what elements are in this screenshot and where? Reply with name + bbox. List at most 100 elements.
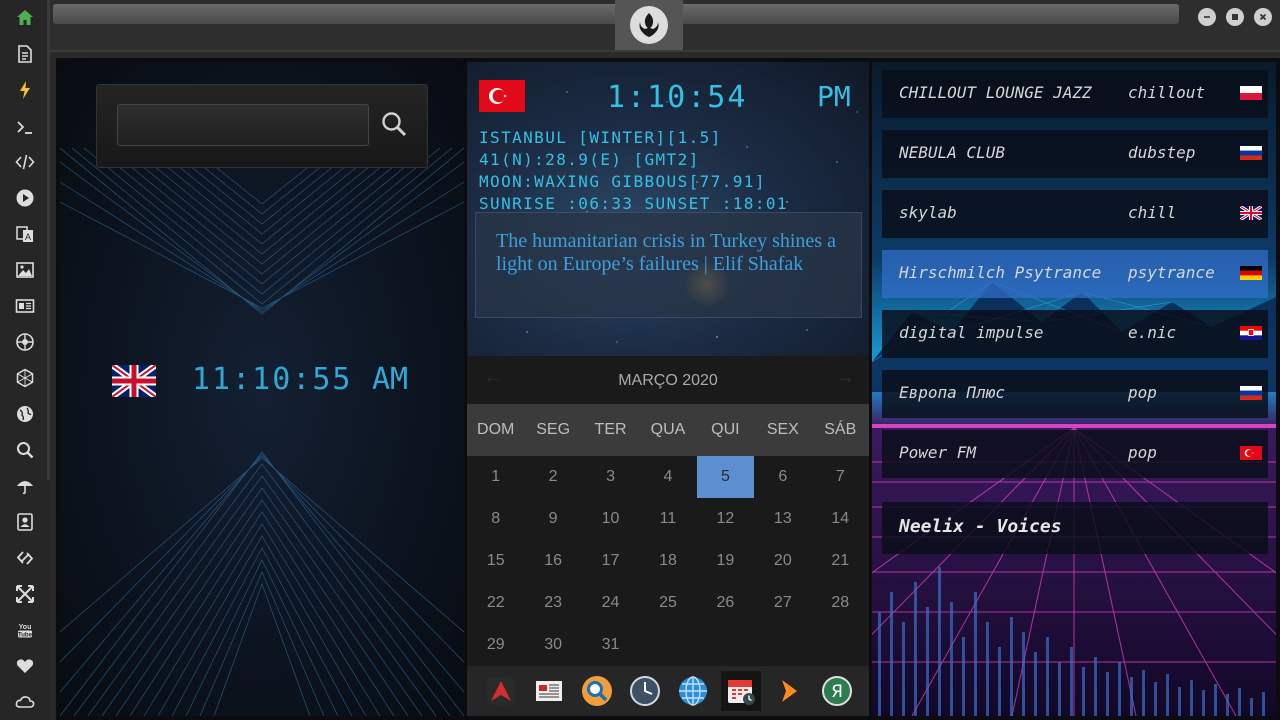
calendar-day[interactable]: 17	[582, 540, 639, 582]
calendar-day[interactable]: 8	[467, 498, 524, 540]
calendar-day[interactable]: 2	[524, 456, 581, 498]
news-card[interactable]: The humanitarian crisis in Turkey shines…	[475, 212, 862, 318]
uk-flag-icon	[1239, 204, 1263, 225]
calendar-day[interactable]: 23	[524, 582, 581, 624]
news-reader-icon[interactable]	[529, 671, 569, 711]
top-bar	[50, 0, 1280, 52]
calendar-day[interactable]: 13	[754, 498, 811, 540]
umbrella-icon[interactable]	[10, 471, 40, 501]
play-icon[interactable]	[10, 183, 40, 213]
station-row[interactable]: NEBULA CLUB dubstep	[882, 130, 1268, 178]
croatia-flag-icon	[1240, 326, 1262, 345]
calendar-day[interactable]: 28	[812, 582, 869, 624]
maximize-button[interactable]	[1226, 8, 1244, 26]
calendar-day[interactable]: 6	[754, 456, 811, 498]
station-row[interactable]: Европа Плюс pop	[882, 370, 1268, 418]
calendar-day[interactable]: 3	[582, 456, 639, 498]
calendar-day	[754, 624, 811, 666]
lightning-icon[interactable]	[10, 75, 40, 105]
station-row[interactable]: Power FM pop	[882, 430, 1268, 478]
terminal-icon[interactable]	[10, 112, 40, 142]
weekday-label: SEX	[766, 421, 799, 438]
calendar-day[interactable]: 20	[754, 540, 811, 582]
sun-info: SUNRISE_:06:33 SUNSET_:18:01	[479, 194, 788, 213]
logo-tab[interactable]	[615, 0, 683, 50]
calendar-day	[697, 624, 754, 666]
calendar-day[interactable]: 1	[467, 456, 524, 498]
calendar-day[interactable]: 19	[697, 540, 754, 582]
calendar-day[interactable]: 22	[467, 582, 524, 624]
aperture-icon[interactable]	[10, 327, 40, 357]
translate-icon[interactable]: A	[10, 219, 40, 249]
station-row[interactable]: digital impulse e.nic	[882, 310, 1268, 358]
svg-text:You: You	[19, 624, 32, 631]
station-row[interactable]: skylab chill	[882, 190, 1268, 238]
expand-icon[interactable]	[10, 579, 40, 609]
station-genre: pop	[1128, 383, 1157, 402]
image-icon[interactable]	[10, 255, 40, 285]
news-icon[interactable]	[10, 291, 40, 321]
city-info: ISTANBUL [WINTER][1.5]	[479, 128, 722, 147]
clock-icon[interactable]	[625, 671, 665, 711]
calendar-day[interactable]: 25	[639, 582, 696, 624]
station-row[interactable]: Hirschmilch Psytrance psytrance	[882, 250, 1268, 298]
calendar-day[interactable]: 7	[812, 456, 869, 498]
calendar-weekday-header: DOM SEG TER QUA QUI SEX SÁB	[467, 404, 869, 456]
calendar-day[interactable]: 14	[812, 498, 869, 540]
calendar-day[interactable]: 12	[697, 498, 754, 540]
play-arrow-icon[interactable]	[769, 671, 809, 711]
calendar-day[interactable]: 15	[467, 540, 524, 582]
rebel-alliance-logo-icon	[630, 6, 668, 44]
world-time: 1:10:54	[607, 80, 748, 115]
globe-icon[interactable]	[10, 399, 40, 429]
hexagon-icon[interactable]	[10, 363, 40, 393]
cloud-icon[interactable]	[10, 687, 40, 717]
calendar-day[interactable]: 21	[812, 540, 869, 582]
station-name: Hirschmilch Psytrance	[899, 263, 1102, 282]
calendar-day[interactable]: 30	[524, 624, 581, 666]
weekday-label: SEG	[536, 421, 571, 438]
search-button[interactable]	[379, 109, 409, 139]
weekday-label: QUA	[650, 421, 686, 438]
calendar-day[interactable]: 31	[582, 624, 639, 666]
link-icon[interactable]	[10, 543, 40, 573]
calendar-icon[interactable]	[721, 671, 761, 711]
yandex-icon[interactable]: Я	[817, 671, 857, 711]
document-icon[interactable]	[10, 39, 40, 69]
poland-flag-icon	[1240, 86, 1262, 105]
station-row[interactable]: CHILLOUT LOUNGE JAZZ chillout	[882, 70, 1268, 118]
coordinates-info: 41(N):28.9(E) [GMT2]	[479, 150, 700, 169]
search-input[interactable]	[117, 104, 369, 146]
home-icon[interactable]	[10, 3, 40, 33]
weekday-label: QUI	[711, 421, 740, 438]
calendar-day[interactable]: 27	[754, 582, 811, 624]
local-ampm: AM	[372, 362, 409, 397]
calendar-day[interactable]: 24	[582, 582, 639, 624]
weekday-label: TER	[594, 421, 627, 438]
app-dock: Я	[467, 666, 869, 716]
moon-info: MOON:WAXING GIBBOUS[77.91]	[479, 172, 766, 191]
youtube-icon[interactable]: You Tube	[10, 615, 40, 645]
calendar-day[interactable]: 26	[697, 582, 754, 624]
calendar-day[interactable]: 10	[582, 498, 639, 540]
calendar-day-today[interactable]: 5	[696, 456, 755, 498]
svg-text:A: A	[25, 232, 31, 242]
minimize-button[interactable]	[1198, 8, 1216, 26]
calendar-day[interactable]: 4	[639, 456, 696, 498]
calendar-day[interactable]: 11	[639, 498, 696, 540]
browser-globe-icon[interactable]	[673, 671, 713, 711]
calendar-week-row: 29 30 31	[467, 624, 869, 666]
calendar-day[interactable]: 9	[524, 498, 581, 540]
calendar-day[interactable]: 16	[524, 540, 581, 582]
heart-icon[interactable]	[10, 651, 40, 681]
search-icon[interactable]	[10, 435, 40, 465]
calendar-day[interactable]: 18	[639, 540, 696, 582]
calendar-day[interactable]: 29	[467, 624, 524, 666]
contacts-icon[interactable]	[10, 507, 40, 537]
close-button[interactable]	[1254, 8, 1272, 26]
search-widget	[96, 84, 428, 168]
code-icon[interactable]	[10, 147, 40, 177]
magnifier-icon[interactable]	[577, 671, 617, 711]
app-launcher-icon[interactable]	[481, 671, 521, 711]
news-headline[interactable]: The humanitarian crisis in Turkey shines…	[496, 230, 841, 276]
